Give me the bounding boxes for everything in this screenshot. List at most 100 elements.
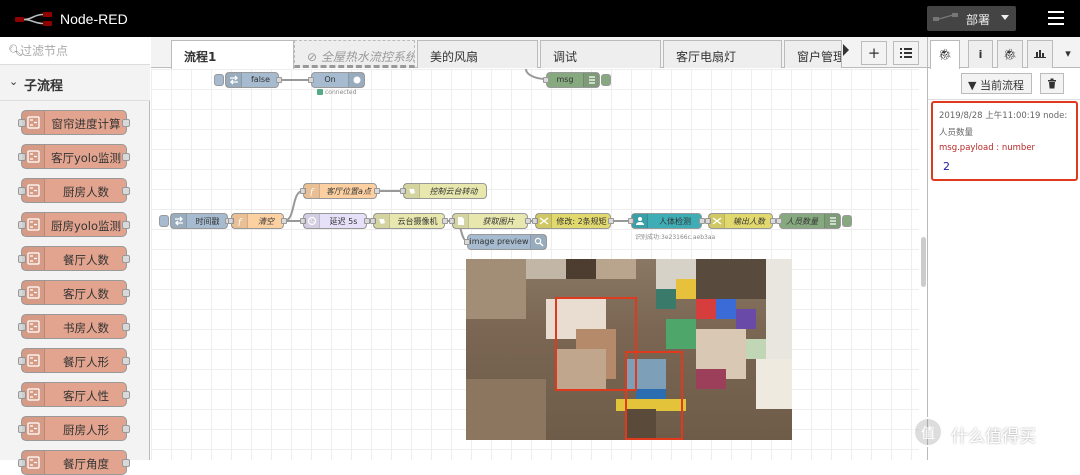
tab-label: 流程1 bbox=[184, 50, 217, 64]
debug-message[interactable]: 2019/8/28 上午11:00:19 node: 人员数量 msg.payl… bbox=[931, 101, 1078, 181]
debug-toggle-button[interactable] bbox=[601, 74, 611, 86]
message-meta: 2019/8/28 上午11:00:19 node: bbox=[939, 111, 1068, 121]
node-timestamp[interactable]: 时间戳 bbox=[170, 213, 231, 229]
deploy-button[interactable]: 部署 bbox=[927, 6, 1016, 31]
palette-subflow-node[interactable]: 厨房人数 bbox=[18, 178, 130, 203]
output-port[interactable] bbox=[442, 218, 448, 224]
palette-node-label: 厨房yolo监测 bbox=[50, 219, 122, 233]
palette-node-label: 客厅yolo监测 bbox=[50, 151, 122, 165]
watermark: 值 什么值得买 bbox=[913, 417, 1079, 453]
subflow-icon bbox=[22, 213, 45, 236]
current-flow-filter-button[interactable]: ▼ 当前流程 bbox=[961, 73, 1032, 94]
workspace-scrollbar[interactable] bbox=[921, 237, 926, 287]
palette-category-label: 子流程 bbox=[24, 79, 64, 94]
output-port bbox=[122, 391, 130, 399]
node-label: 修改: 2条规矩 bbox=[556, 217, 607, 226]
inject-trigger-button[interactable] bbox=[214, 74, 224, 86]
menu-icon[interactable] bbox=[1048, 11, 1064, 25]
node-delay-5s[interactable]: 延迟 5s bbox=[300, 213, 370, 229]
palette-subflow-node[interactable]: 餐厅角度 bbox=[18, 450, 130, 475]
info-icon: i bbox=[978, 48, 983, 61]
tab-debug[interactable]: 🐞︎ bbox=[997, 40, 1023, 68]
trash-icon bbox=[1048, 78, 1056, 89]
node-label: 延迟 5s bbox=[329, 217, 358, 226]
node-debug-msg[interactable]: msg bbox=[543, 72, 600, 88]
node-on[interactable]: On bbox=[308, 72, 365, 88]
output-port bbox=[122, 119, 130, 127]
node-human-detect[interactable]: 人体检测 bbox=[628, 213, 705, 229]
node-label: 控制云台转动 bbox=[429, 187, 478, 196]
node-get-image[interactable]: 获取图片 bbox=[449, 213, 531, 229]
node-person-count-debug[interactable]: 人员数量 bbox=[776, 213, 841, 229]
palette-subflow-node[interactable]: 客厅yolo监测 bbox=[18, 144, 130, 169]
flow-workspace[interactable]: false On connected msg f 客厅位置a点 控制云台转动 时… bbox=[151, 69, 919, 460]
add-tab-button[interactable]: + bbox=[861, 41, 887, 65]
arrows-icon bbox=[171, 214, 187, 228]
palette-subflow-node[interactable]: 客厅人数 bbox=[18, 280, 130, 305]
node-clear[interactable]: f 清空 bbox=[228, 213, 287, 229]
output-port[interactable] bbox=[281, 218, 287, 224]
node-label: 人员数量 bbox=[786, 217, 818, 226]
palette-subflow-node[interactable]: 书房人数 bbox=[18, 314, 130, 339]
tab-hot-water-disabled[interactable]: ⊘ 全屋热水流控系统 bbox=[294, 40, 415, 68]
chevron-down-icon[interactable]: ⌄ bbox=[9, 75, 18, 88]
svg-text:f: f bbox=[237, 218, 243, 226]
function-icon: f bbox=[232, 214, 248, 228]
node-change-rules[interactable]: 修改: 2条规矩 bbox=[532, 213, 614, 229]
tab-dashboard[interactable] bbox=[1027, 40, 1053, 68]
node-living-pos-a[interactable]: f 客厅位置a点 bbox=[300, 183, 380, 199]
workspace-tabs: 流程1 ⊘ 全屋热水流控系统 美的风扇 调试 客厅电扇灯 窗户管理 bbox=[151, 37, 927, 69]
svg-text:值: 值 bbox=[921, 426, 935, 442]
subflow-icon bbox=[22, 111, 45, 134]
subflow-icon bbox=[22, 179, 45, 202]
image-preview-photo bbox=[466, 259, 792, 440]
palette-node-label: 窗帘进度计算 bbox=[51, 117, 121, 131]
tab-flow1[interactable]: 流程1 bbox=[171, 40, 294, 69]
tab-info[interactable]: i bbox=[968, 40, 993, 68]
tab-debug[interactable]: 调试 bbox=[540, 40, 661, 68]
node-false[interactable]: false bbox=[225, 72, 282, 88]
tab-window-mgmt[interactable]: 窗户管理 bbox=[784, 40, 842, 68]
palette-filter-input[interactable] bbox=[20, 42, 144, 60]
clear-log-button[interactable] bbox=[1040, 73, 1064, 94]
tab-scroll-right-icon[interactable] bbox=[842, 43, 850, 57]
output-port[interactable] bbox=[374, 188, 380, 194]
sidebar-menu[interactable]: ▾ bbox=[1057, 40, 1079, 68]
clock-icon bbox=[304, 214, 320, 228]
palette-filter: 🔍︎ bbox=[0, 37, 150, 65]
watermark-logo-icon: 值 bbox=[913, 417, 943, 447]
palette-subflow-node[interactable]: 窗帘进度计算 bbox=[18, 110, 130, 135]
bug-icon: 🐞︎ bbox=[938, 48, 952, 61]
palette-subflow-node[interactable]: 厨房yolo监测 bbox=[18, 212, 130, 237]
detection-box bbox=[625, 351, 683, 440]
message-node-name[interactable]: 人员数量 bbox=[939, 126, 973, 138]
chevron-down-icon[interactable] bbox=[1001, 15, 1009, 20]
subflow-icon bbox=[22, 315, 45, 338]
output-port[interactable] bbox=[525, 218, 531, 224]
output-port bbox=[122, 289, 130, 297]
node-output-count[interactable]: 输出人数 bbox=[705, 213, 776, 229]
debug-toggle-button[interactable] bbox=[842, 215, 852, 227]
node-label: false bbox=[250, 75, 271, 84]
palette-node-label: 客厅人性 bbox=[63, 389, 109, 403]
palette-category-subflows[interactable]: ⌄ 子流程 bbox=[0, 65, 150, 101]
palette-subflow-node[interactable]: 厨房人形 bbox=[18, 416, 130, 441]
palette-subflow-node[interactable]: 客厅人性 bbox=[18, 382, 130, 407]
output-port[interactable] bbox=[276, 77, 282, 83]
tab-midea-fan[interactable]: 美的风扇 bbox=[417, 40, 538, 68]
palette-subflow-node[interactable]: 餐厅人数 bbox=[18, 246, 130, 271]
node-image-preview[interactable]: image preview bbox=[464, 234, 547, 250]
palette-node-label: 书房人数 bbox=[63, 321, 109, 335]
node-label: 清空 bbox=[258, 217, 274, 226]
tab-debug-active[interactable]: 🐞︎ bbox=[930, 40, 960, 69]
node-ptz-camera[interactable]: 云台摄像机 bbox=[370, 213, 448, 229]
subflow-icon bbox=[22, 383, 45, 406]
node-ptz-control[interactable]: 控制云台转动 bbox=[400, 183, 487, 199]
node-label: 云台摄像机 bbox=[397, 217, 438, 226]
output-port[interactable] bbox=[608, 218, 614, 224]
tab-list-button[interactable] bbox=[893, 41, 919, 65]
palette-subflow-node[interactable]: 餐厅人形 bbox=[18, 348, 130, 373]
tab-living-fan-light[interactable]: 客厅电扇灯 bbox=[663, 40, 782, 68]
message-property: msg.payload : number bbox=[939, 143, 1036, 153]
inject-trigger-button[interactable] bbox=[159, 215, 169, 227]
